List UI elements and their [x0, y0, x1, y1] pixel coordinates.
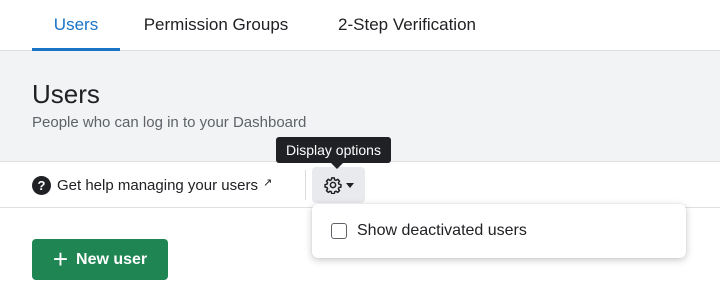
plus-icon: + — [52, 243, 69, 274]
help-link-label: Get help managing your users — [57, 176, 258, 194]
question-circle-icon: ? — [32, 175, 51, 195]
new-user-button[interactable]: + New user — [32, 239, 168, 280]
page-title: Users — [32, 79, 100, 109]
toolbar-divider — [305, 170, 306, 200]
tab-users[interactable]: Users — [32, 0, 120, 51]
display-options-button[interactable] — [312, 167, 365, 203]
new-user-button-label: New user — [76, 250, 148, 268]
menu-item-show-deactivated[interactable]: Show deactivated users — [331, 221, 527, 241]
external-link-icon: ↗ — [262, 176, 273, 189]
toolbar: ? Get help managing your users ↗ — [0, 161, 720, 208]
gear-icon — [323, 176, 342, 194]
menu-item-label: Show deactivated users — [357, 222, 527, 239]
tab-2-step-verification[interactable]: 2-Step Verification — [322, 0, 492, 50]
caret-down-icon — [345, 182, 354, 188]
help-link[interactable]: ? Get help managing your users ↗ — [32, 174, 272, 196]
show-deactivated-checkbox[interactable] — [331, 223, 347, 239]
tab-permission-groups[interactable]: Permission Groups — [130, 0, 302, 50]
tab-bar: Users Permission Groups 2-Step Verificat… — [0, 0, 720, 51]
display-options-menu: Show deactivated users — [312, 204, 686, 258]
display-options-tooltip: Display options — [276, 137, 391, 169]
page-subtitle: People who can log in to your Dashboard — [32, 114, 307, 131]
